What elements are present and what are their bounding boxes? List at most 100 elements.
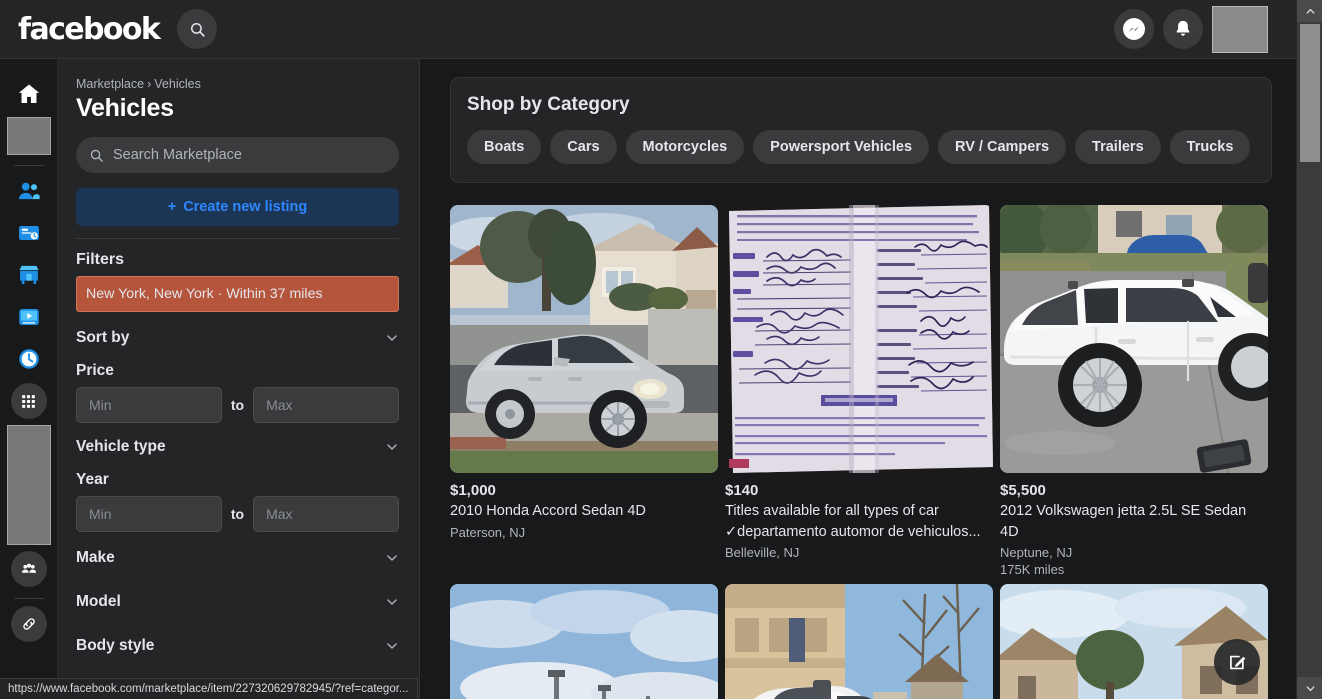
scrollbar-down-button[interactable] <box>1297 677 1322 699</box>
breadcrumb-current: Vehicles <box>154 77 201 91</box>
car-under-cloudy-sky-parking-lot-image <box>450 584 718 699</box>
price-min-input[interactable]: Min <box>76 387 222 423</box>
sidebar-item-groups[interactable] <box>7 550 51 588</box>
white-van-in-front-of-house-image <box>725 584 993 699</box>
category-pill-cars[interactable]: Cars <box>550 130 617 164</box>
category-pill-row: Boats Cars Motorcycles Powersport Vehicl… <box>467 130 1255 164</box>
category-pill-trailers[interactable]: Trailers <box>1075 130 1161 164</box>
price-max-input[interactable]: Max <box>253 387 399 423</box>
sidebar-item-memories[interactable] <box>7 340 51 378</box>
video-icon <box>18 308 39 326</box>
listing-title: Titles available for all types of car ✓d… <box>725 503 981 540</box>
search-marketplace-input[interactable]: Search Marketplace <box>76 137 399 173</box>
listing-card[interactable] <box>450 584 718 699</box>
marketplace-main-content: Shop by Category Boats Cars Motorcycles … <box>420 59 1296 699</box>
scrollbar-thumb[interactable] <box>1300 24 1320 162</box>
category-pill-powersport-vehicles[interactable]: Powersport Vehicles <box>753 130 930 164</box>
listing-card[interactable]: $140 Titles available for all types of c… <box>725 205 993 577</box>
category-pill-boats[interactable]: Boats <box>467 130 542 164</box>
sidebar-item-link[interactable] <box>7 605 51 643</box>
listing-price: $1,000 <box>450 482 496 499</box>
listing-price: $5,500 <box>1000 482 1046 499</box>
sidebar-item-marketplace[interactable] <box>7 256 51 294</box>
search-icon <box>190 22 205 37</box>
category-pill-trucks[interactable]: Trucks <box>1169 130 1251 164</box>
breadcrumb-root[interactable]: Marketplace <box>76 77 144 91</box>
year-max-input[interactable]: Max <box>253 496 399 532</box>
sidebar-item-all-shortcuts[interactable] <box>7 382 51 420</box>
listing-card[interactable] <box>725 584 993 699</box>
panel-divider <box>76 238 399 239</box>
year-range-to: to <box>230 506 245 522</box>
listing-thumbnail[interactable] <box>450 205 718 473</box>
groups-chip <box>10 551 47 587</box>
price-label: Price <box>76 362 114 379</box>
listing-mileage: 175K miles <box>1000 562 1065 578</box>
listing-thumbnail[interactable] <box>725 205 993 473</box>
breadcrumb-separator: › <box>147 77 152 91</box>
sidebar-item-shortcuts-placeholder[interactable] <box>6 424 51 546</box>
messenger-icon <box>1123 18 1145 40</box>
sidebar-item-friends[interactable] <box>7 172 51 210</box>
chevron-down-icon <box>387 335 397 341</box>
sort-by-label: Sort by <box>76 329 130 346</box>
chevron-down-icon <box>387 599 397 605</box>
shop-by-category-card: Shop by Category Boats Cars Motorcycles … <box>450 77 1272 183</box>
body-style-filter[interactable]: Body style <box>76 628 399 664</box>
make-filter[interactable]: Make <box>76 540 399 576</box>
clock-icon <box>18 349 39 369</box>
compose-listing-button[interactable] <box>1214 639 1260 685</box>
create-new-listing-label: Create new listing <box>183 199 308 215</box>
header-right-actions <box>1114 5 1296 53</box>
scrollbar-up-button[interactable] <box>1297 0 1322 22</box>
notifications-button[interactable] <box>1163 9 1203 49</box>
header-search-button[interactable] <box>177 9 218 49</box>
listing-thumbnail[interactable] <box>725 584 993 699</box>
chevron-down-icon <box>1306 685 1314 691</box>
create-new-listing-button[interactable]: + Create new listing <box>76 188 399 226</box>
breadcrumb: Marketplace › Vehicles <box>76 77 399 91</box>
sidebar-item-home[interactable] <box>7 75 51 113</box>
bell-icon <box>1176 20 1190 36</box>
sidebar-item-watch[interactable] <box>7 298 51 336</box>
category-pill-motorcycles[interactable]: Motorcycles <box>625 130 745 164</box>
listing-card[interactable]: $1,000 2010 Honda Accord Sedan 4D Paters… <box>450 205 718 577</box>
messenger-button[interactable] <box>1114 9 1154 49</box>
year-label: Year <box>76 471 109 488</box>
status-bar-url-text: https://www.facebook.com/marketplace/ite… <box>8 683 409 695</box>
profile-avatar[interactable] <box>1212 5 1268 53</box>
handwritten-vehicle-title-document-image <box>725 205 993 473</box>
vehicle-type-filter[interactable]: Vehicle type <box>76 429 399 465</box>
listing-title: 2010 Honda Accord Sedan 4D <box>450 503 646 519</box>
facebook-marketplace-page: facebook Marketplace › Vehicles Vehicles… <box>0 0 1322 699</box>
silver-honda-accord-sedan-image <box>450 205 718 473</box>
gray-box <box>6 117 51 155</box>
make-label: Make <box>76 549 115 566</box>
facebook-logo[interactable]: facebook <box>18 12 161 47</box>
sidebar-item-news-card[interactable] <box>7 214 51 252</box>
listing-location: Neptune, NJ <box>1000 545 1073 561</box>
listing-location: Belleville, NJ <box>725 545 800 561</box>
rail-divider-bottom <box>13 598 44 599</box>
price-range-to: to <box>230 397 245 413</box>
sidebar-item-profile-placeholder[interactable] <box>6 117 51 155</box>
category-pill-rv-campers[interactable]: RV / Campers <box>938 130 1067 164</box>
filters-heading: Filters <box>76 251 125 268</box>
home-icon <box>18 84 39 103</box>
rail-divider <box>13 165 44 166</box>
listing-thumbnail[interactable] <box>1000 205 1268 473</box>
gray-box-large <box>6 425 51 545</box>
location-filter[interactable]: New York, New York · Within 37 miles <box>76 276 399 312</box>
listing-thumbnail[interactable] <box>450 584 718 699</box>
vehicle-type-label: Vehicle type <box>76 438 166 455</box>
listing-card[interactable]: $5,500 2012 Volkswagen jetta 2.5L SE Sed… <box>1000 205 1268 577</box>
sort-by-filter[interactable]: Sort by <box>76 320 399 356</box>
page-scrollbar[interactable] <box>1296 0 1322 699</box>
listing-price: $140 <box>725 482 759 499</box>
year-min-input[interactable]: Min <box>76 496 222 532</box>
chevron-down-icon <box>387 444 397 450</box>
shop-by-category-title: Shop by Category <box>467 94 630 115</box>
search-placeholder: Search Marketplace <box>113 147 242 163</box>
model-filter[interactable]: Model <box>76 584 399 620</box>
year-range: Min to Max <box>76 496 399 532</box>
